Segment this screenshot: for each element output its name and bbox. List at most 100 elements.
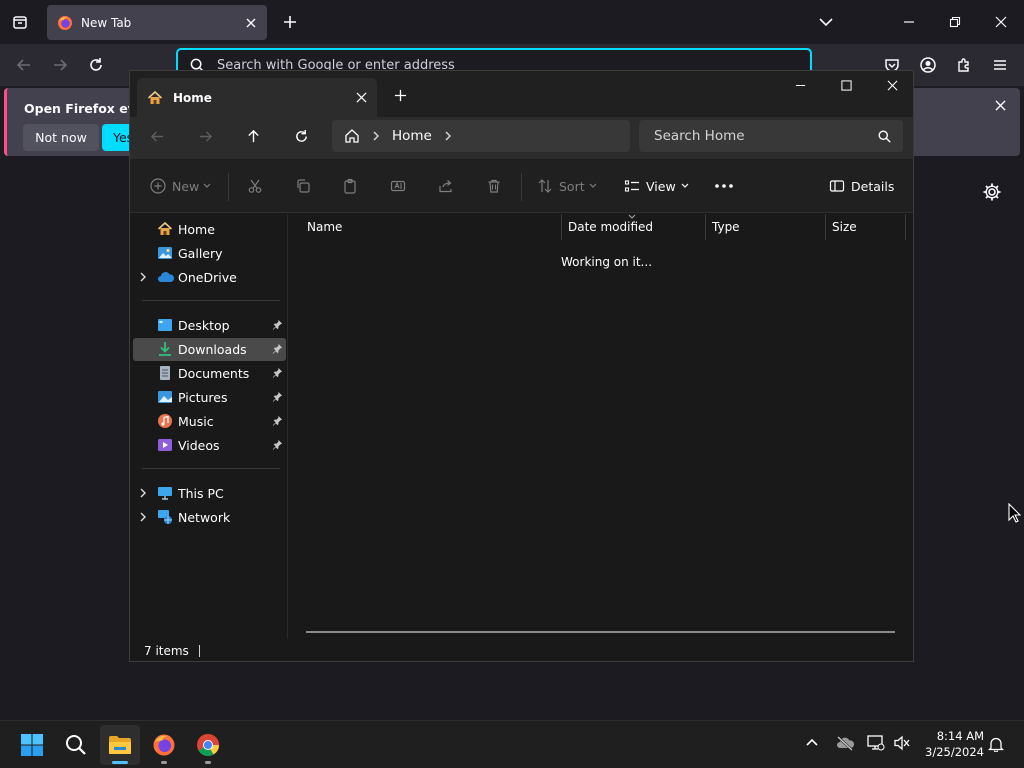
extensions-button[interactable] bbox=[953, 54, 975, 76]
close-icon[interactable] bbox=[356, 92, 367, 103]
breadcrumb[interactable]: Home bbox=[332, 120, 630, 152]
nav-item-onedrive[interactable]: OneDrive bbox=[133, 266, 286, 289]
details-pane-button[interactable]: Details bbox=[829, 173, 894, 199]
new-button[interactable]: New bbox=[150, 173, 211, 199]
chevron-down-icon bbox=[681, 183, 689, 188]
newtab-settings-button[interactable] bbox=[982, 182, 1002, 202]
chevron-down-icon bbox=[203, 183, 211, 188]
firefox-view-button[interactable] bbox=[8, 10, 32, 34]
minimize-icon bbox=[795, 84, 805, 86]
back-button[interactable] bbox=[13, 54, 35, 76]
search-button[interactable] bbox=[56, 725, 96, 765]
sort-icon bbox=[538, 179, 552, 193]
notification-close-button[interactable] bbox=[995, 100, 1006, 111]
minimize-button[interactable] bbox=[898, 12, 920, 32]
explorer-maximize-button[interactable] bbox=[836, 77, 856, 93]
nav-item-music[interactable]: Music bbox=[133, 410, 286, 433]
nav-item-this-pc[interactable]: This PC bbox=[133, 482, 286, 505]
explorer-back-button[interactable] bbox=[147, 126, 167, 146]
nav-item-videos[interactable]: Videos bbox=[133, 434, 286, 457]
onedrive-tray-icon[interactable] bbox=[835, 735, 855, 751]
cloud-offline-icon bbox=[837, 736, 855, 751]
chevron-right-icon[interactable] bbox=[139, 272, 147, 282]
explorer-close-button[interactable] bbox=[882, 77, 902, 93]
see-more-button[interactable] bbox=[714, 173, 734, 199]
download-icon bbox=[159, 342, 171, 356]
app-menu-button[interactable] bbox=[989, 54, 1011, 76]
forward-button[interactable] bbox=[49, 54, 71, 76]
taskbar-chrome[interactable] bbox=[188, 725, 228, 765]
search-icon bbox=[66, 735, 86, 755]
nav-item-label: Videos bbox=[178, 438, 220, 453]
share-icon bbox=[439, 180, 452, 193]
explorer-search-box[interactable] bbox=[639, 120, 903, 152]
more-horizontal-icon bbox=[715, 184, 733, 188]
home-icon bbox=[157, 221, 173, 235]
column-header-date-modified[interactable]: Date modified bbox=[562, 214, 706, 240]
explorer-search-input[interactable] bbox=[654, 128, 878, 144]
copy-button[interactable] bbox=[295, 173, 311, 199]
pin-icon bbox=[272, 439, 283, 450]
nav-item-network[interactable]: Network bbox=[133, 506, 286, 529]
clock-date: 3/25/2024 bbox=[925, 745, 984, 759]
view-button[interactable]: View bbox=[624, 173, 689, 199]
explorer-new-tab-button[interactable] bbox=[392, 87, 408, 103]
breadcrumb-home[interactable]: Home bbox=[392, 128, 432, 144]
notifications-button[interactable] bbox=[988, 736, 1004, 752]
restore-button[interactable] bbox=[944, 12, 966, 32]
home-outline-icon bbox=[345, 129, 359, 143]
rename-button[interactable] bbox=[390, 173, 406, 199]
system-clock[interactable]: 8:14 AM 3/25/2024 bbox=[918, 728, 984, 760]
taskbar-firefox[interactable] bbox=[144, 725, 184, 765]
sort-button[interactable]: Sort bbox=[537, 173, 597, 199]
firefox-tab-new-tab[interactable]: New Tab bbox=[47, 5, 267, 40]
chevron-right-icon[interactable] bbox=[444, 131, 452, 141]
account-button[interactable] bbox=[917, 54, 939, 76]
nav-item-gallery[interactable]: Gallery bbox=[133, 242, 286, 265]
nav-item-home[interactable]: Home bbox=[133, 218, 286, 241]
column-header-size[interactable]: Size bbox=[826, 214, 906, 240]
column-header-type[interactable]: Type bbox=[706, 214, 826, 240]
nav-item-label: Home bbox=[178, 222, 215, 237]
navigation-pane: Home Gallery OneDrive Desktop Downloads … bbox=[130, 214, 288, 639]
explorer-refresh-button[interactable] bbox=[291, 126, 311, 146]
explorer-minimize-button[interactable] bbox=[790, 77, 810, 93]
nav-item-downloads[interactable]: Downloads bbox=[133, 338, 286, 361]
show-hidden-icons-button[interactable] bbox=[805, 735, 819, 749]
paste-button[interactable] bbox=[342, 173, 358, 199]
chevron-right-icon bbox=[373, 131, 379, 141]
close-icon[interactable] bbox=[245, 17, 257, 29]
clipboard-icon bbox=[344, 178, 356, 194]
cut-button[interactable] bbox=[247, 173, 263, 199]
start-button[interactable] bbox=[12, 725, 52, 765]
nav-item-pictures[interactable]: Pictures bbox=[133, 386, 286, 409]
account-icon bbox=[920, 57, 936, 73]
horizontal-scrollbar[interactable] bbox=[306, 631, 895, 633]
chevron-right-icon[interactable] bbox=[139, 512, 147, 522]
explorer-forward-button[interactable] bbox=[195, 126, 215, 146]
share-button[interactable] bbox=[438, 173, 454, 199]
minimize-icon bbox=[904, 21, 914, 23]
reload-button[interactable] bbox=[85, 54, 107, 76]
taskbar-file-explorer[interactable] bbox=[100, 725, 140, 765]
explorer-up-button[interactable] bbox=[243, 126, 263, 146]
delete-button[interactable] bbox=[486, 173, 502, 199]
volume-tray-icon[interactable] bbox=[893, 735, 911, 751]
list-all-tabs-button[interactable] bbox=[815, 12, 837, 32]
nav-item-label: Gallery bbox=[178, 246, 223, 261]
column-header-name[interactable]: Name bbox=[301, 214, 562, 240]
sort-indicator-icon bbox=[628, 214, 636, 219]
nav-item-label: Pictures bbox=[178, 390, 228, 405]
not-now-button[interactable]: Not now bbox=[23, 124, 99, 151]
close-icon bbox=[887, 80, 897, 90]
status-bar: 7 items bbox=[130, 639, 913, 661]
command-separator bbox=[228, 173, 229, 201]
nav-item-label: Network bbox=[178, 510, 231, 525]
nav-item-documents[interactable]: Documents bbox=[133, 362, 286, 385]
chevron-right-icon[interactable] bbox=[139, 488, 147, 498]
new-tab-button[interactable] bbox=[279, 11, 301, 33]
close-window-button[interactable] bbox=[990, 12, 1012, 32]
nav-item-desktop[interactable]: Desktop bbox=[133, 314, 286, 337]
explorer-tab-home[interactable]: Home bbox=[137, 78, 377, 117]
network-tray-icon[interactable] bbox=[867, 735, 885, 751]
